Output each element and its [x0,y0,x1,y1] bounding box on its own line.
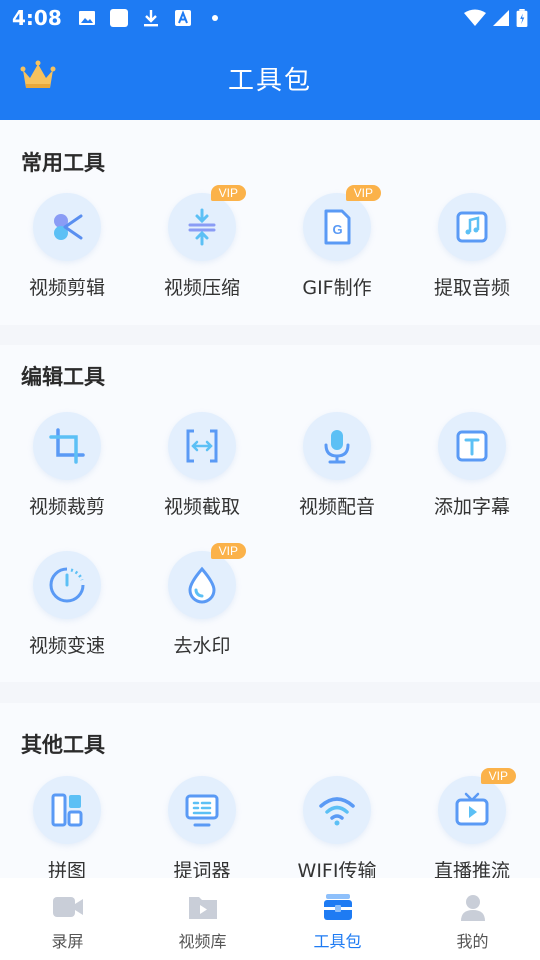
tool-wifi-transfer[interactable]: WIFI传输 [277,776,397,883]
tool-icon-circle: G VIP [303,185,381,261]
tool-label: 视频变速 [28,635,105,657]
tool-label: 视频截取 [163,496,240,518]
tool-icon-circle [168,412,236,480]
section-title: 编辑工具 [21,365,105,389]
tool-video-trim[interactable]: 视频截取 [142,412,262,519]
tool-video-speed[interactable]: 视频变速 [7,551,127,658]
dot-icon [211,15,218,21]
tool-label: GIF制作 [302,277,372,299]
tool-icon-circle [33,193,101,261]
tool-label: 视频压缩 [163,277,240,299]
gif-icon: G [324,209,351,245]
section-title: 其他工具 [21,733,105,757]
tab-label: 工具包 [313,932,362,951]
tool-label: 提取音频 [433,277,510,299]
tool-icon-circle: VIP [438,768,516,844]
tool-video-edit[interactable]: 视频剪辑 [7,193,127,300]
crown-icon[interactable] [20,58,56,94]
tool-collage[interactable]: 拼图 [7,776,127,883]
section-title: 常用工具 [21,151,105,175]
tool-add-subtitle[interactable]: 添加字幕 [412,412,532,519]
tab-me[interactable]: 我的 [405,878,540,960]
tool-remove-watermark[interactable]: VIP 去水印 [142,543,262,658]
video-camera-icon [52,897,83,917]
tab-label: 我的 [456,932,489,951]
folder-video-icon [188,897,217,919]
section-common-tools: 常用工具 视频剪辑 VIP 视频压缩 G VIP GIF制作 提取音频 [0,120,540,325]
speedometer-icon [49,567,85,603]
tool-icon-circle [438,412,506,480]
tab-toolkit[interactable]: 工具包 [270,878,405,960]
vip-badge: VIP [210,543,246,559]
vip-badge: VIP [210,185,246,201]
app-notification-icon [109,9,128,27]
music-note-icon [456,211,488,243]
water-drop-icon [188,566,216,604]
page-title: 工具包 [227,65,312,96]
tool-video-crop[interactable]: 视频裁剪 [7,412,127,519]
svg-text:G: G [332,222,342,237]
tool-icon-circle [33,551,101,619]
status-bar: 4:08 [0,0,540,36]
section-other-tools: 其他工具 拼图 提词器 WIFI传输 VIP 直播推流 [0,703,540,882]
tool-live-stream[interactable]: VIP 直播推流 [412,768,532,883]
user-profile-icon [460,895,485,921]
subtitle-icon [456,430,488,462]
tool-teleprompter[interactable]: 提词器 [142,776,262,883]
tool-extract-audio[interactable]: 提取音频 [412,193,532,300]
tool-icon-circle: VIP [168,185,246,261]
cellular-signal-icon [493,10,509,26]
bottom-tab-bar: 录屏 视频库 工具包 我的 [0,878,540,960]
tool-icon-circle: VIP [168,543,246,619]
image-notification-icon [78,11,95,25]
tool-icon-circle [33,776,101,844]
collage-icon [51,793,83,827]
compress-icon [188,208,216,246]
wifi-icon [319,797,355,826]
tab-record-screen[interactable]: 录屏 [0,878,135,960]
tool-icon-circle [168,776,236,844]
scissors-icon [54,214,83,240]
tab-label: 视频库 [178,932,227,951]
tool-icon-circle [33,412,101,480]
tab-video-library[interactable]: 视频库 [135,878,270,960]
wifi-signal-icon [464,9,486,26]
teleprompter-icon [185,794,219,827]
battery-icon [516,9,528,27]
vip-badge: VIP [345,185,381,201]
tool-icon-circle [303,412,371,480]
download-icon [143,10,158,27]
tool-icon-circle [303,776,371,844]
tool-label: 添加字幕 [433,496,510,518]
trim-icon [186,429,218,463]
tool-gif-make[interactable]: G VIP GIF制作 [277,185,397,300]
microphone-icon [324,430,350,464]
tool-video-compress[interactable]: VIP 视频压缩 [142,185,262,300]
section-edit-tools: 编辑工具 视频裁剪 视频截取 视频配音 添加字幕 视频变速 VIP 去水印 [0,345,540,682]
tool-label: 视频剪辑 [28,277,105,299]
crop-icon [49,428,85,464]
tool-icon-circle [438,193,506,261]
tool-video-dub[interactable]: 视频配音 [277,412,397,519]
tab-label: 录屏 [51,932,84,951]
font-notification-icon [174,10,191,26]
app-header: 工具包 [0,36,540,120]
tool-label: 视频配音 [298,496,375,518]
toolbox-icon [323,894,352,920]
tool-label: 视频裁剪 [28,496,105,518]
live-tv-icon [455,792,489,826]
tool-label: 去水印 [173,635,231,657]
status-time: 4:08 [12,6,62,30]
vip-badge: VIP [480,768,516,784]
